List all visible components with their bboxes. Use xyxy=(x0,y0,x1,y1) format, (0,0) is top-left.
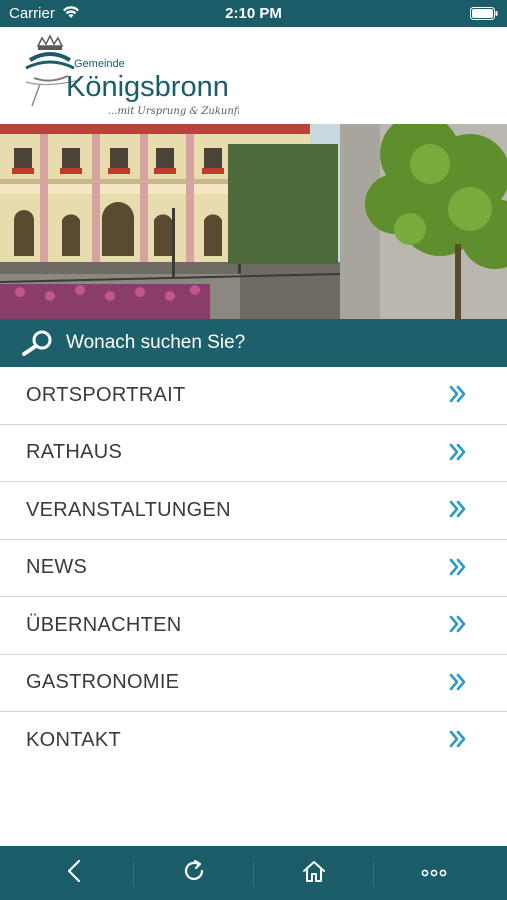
menu-item-label: VERANSTALTUNGEN xyxy=(26,498,231,521)
menu-item-uebernachten[interactable]: ÜBERNACHTEN xyxy=(0,597,507,655)
back-button[interactable] xyxy=(14,846,134,900)
logo-line2: Königsbronn xyxy=(66,71,229,103)
search-placeholder: Wonach suchen Sie? xyxy=(66,332,246,353)
menu-item-gastronomie[interactable]: GASTRONOMIE xyxy=(0,654,507,712)
bottom-toolbar xyxy=(0,846,507,900)
menu-item-label: ORTSPORTRAIT xyxy=(26,383,186,406)
logo-tagline: ...mit Ursprung & Zukunft xyxy=(108,106,239,117)
logo-line1: Gemeinde xyxy=(74,58,125,70)
reload-button[interactable] xyxy=(134,846,254,900)
menu-item-label: ÜBERNACHTEN xyxy=(26,613,182,636)
double-chevron-right-icon xyxy=(449,615,467,638)
menu-item-label: GASTRONOMIE xyxy=(26,671,180,694)
more-button[interactable] xyxy=(374,846,494,900)
hero-image xyxy=(0,124,507,319)
double-chevron-right-icon xyxy=(449,500,467,523)
menu-item-kontakt[interactable]: KONTAKT xyxy=(0,712,507,770)
search-bar[interactable]: Wonach suchen Sie? xyxy=(0,319,507,367)
clock: 2:10 PM xyxy=(225,5,282,22)
menu-item-news[interactable]: NEWS xyxy=(0,539,507,597)
menu-item-ortsportrait[interactable]: ORTSPORTRAIT xyxy=(0,367,507,425)
gemeinde-logo[interactable]: Gemeinde Königsbronn ...mit Ursprung & Z… xyxy=(24,34,243,120)
reload-icon xyxy=(181,858,207,889)
home-icon xyxy=(301,859,327,888)
main-menu: ORTSPORTRAIT RATHAUS VERANSTALTUNGEN NEW… xyxy=(0,367,507,770)
menu-item-label: NEWS xyxy=(26,556,88,579)
more-dots-icon xyxy=(421,864,447,882)
home-button[interactable] xyxy=(254,846,374,900)
search-icon xyxy=(20,329,54,362)
menu-item-label: KONTAKT xyxy=(26,729,122,752)
menu-item-rathaus[interactable]: RATHAUS xyxy=(0,424,507,482)
double-chevron-right-icon xyxy=(449,673,467,696)
menu-item-veranstaltungen[interactable]: VERANSTALTUNGEN xyxy=(0,482,507,540)
battery-icon xyxy=(470,7,498,24)
status-bar: Carrier 2:10 PM xyxy=(0,0,507,27)
double-chevron-right-icon xyxy=(449,558,467,581)
double-chevron-right-icon xyxy=(449,385,467,408)
app-header: Gemeinde Königsbronn ...mit Ursprung & Z… xyxy=(0,27,507,124)
double-chevron-right-icon xyxy=(449,443,467,466)
double-chevron-right-icon xyxy=(449,730,467,753)
chevron-left-icon xyxy=(66,859,82,888)
menu-item-label: RATHAUS xyxy=(26,441,123,464)
